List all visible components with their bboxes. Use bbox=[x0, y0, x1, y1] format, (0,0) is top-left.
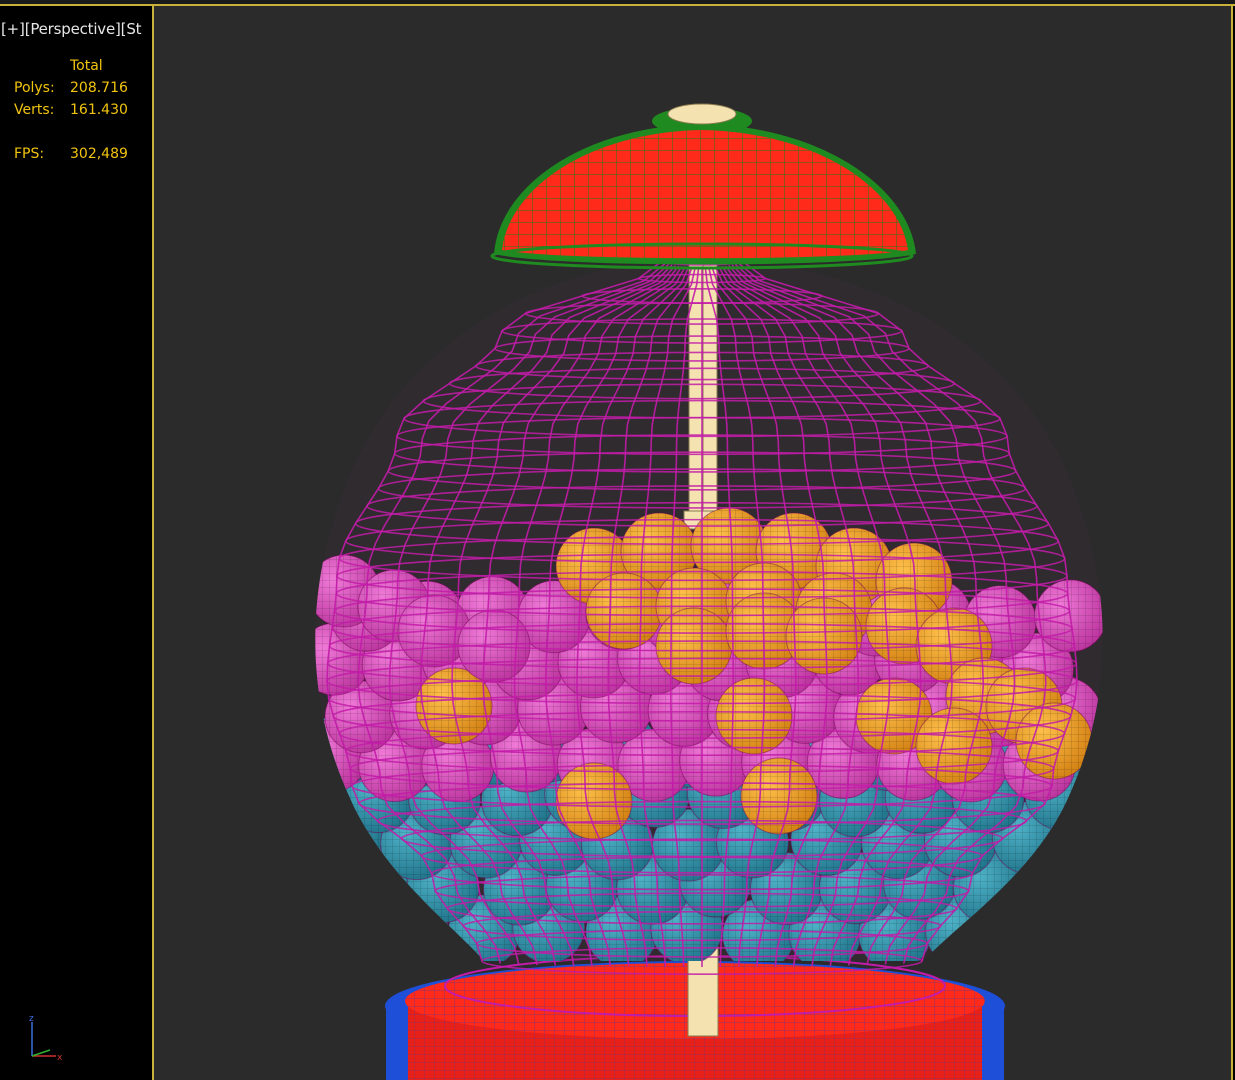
stats-polys-label: Polys: bbox=[14, 80, 55, 96]
app-window: [+][Perspective][St Total Polys: 208.716… bbox=[0, 0, 1235, 1080]
viewport-plus-menu[interactable]: [+] bbox=[1, 20, 25, 38]
stats-fps-value: 302,489 bbox=[70, 146, 128, 162]
axis-z-label: z bbox=[29, 1014, 34, 1024]
left-panel: [+][Perspective][St Total Polys: 208.716… bbox=[0, 6, 152, 1080]
machine-lid bbox=[490, 103, 916, 270]
gumball-teal bbox=[989, 898, 1063, 961]
viewport-label-menu[interactable]: [+][Perspective][St bbox=[1, 20, 142, 38]
viewport-view-menu[interactable]: [Perspective] bbox=[25, 20, 121, 38]
gumball-orange bbox=[585, 572, 663, 650]
stats-verts-value: 161.430 bbox=[70, 102, 128, 118]
axis-gizmo-icon: z x bbox=[29, 1014, 63, 1062]
gumball-teal bbox=[315, 893, 386, 961]
stats-fps-label: FPS: bbox=[14, 146, 45, 162]
stats-verts-label: Verts: bbox=[14, 102, 55, 118]
gumball-orange bbox=[715, 677, 793, 755]
stats-polys-value: 208.716 bbox=[70, 80, 128, 96]
axis-x-label: x bbox=[57, 1053, 63, 1062]
stats-total-header: Total bbox=[70, 58, 103, 74]
viewport-shading-menu[interactable]: [St bbox=[121, 20, 142, 38]
gumball-machine-model bbox=[315, 103, 1103, 1080]
gumball-orange bbox=[655, 607, 733, 685]
perspective-viewport[interactable] bbox=[152, 6, 1233, 1080]
